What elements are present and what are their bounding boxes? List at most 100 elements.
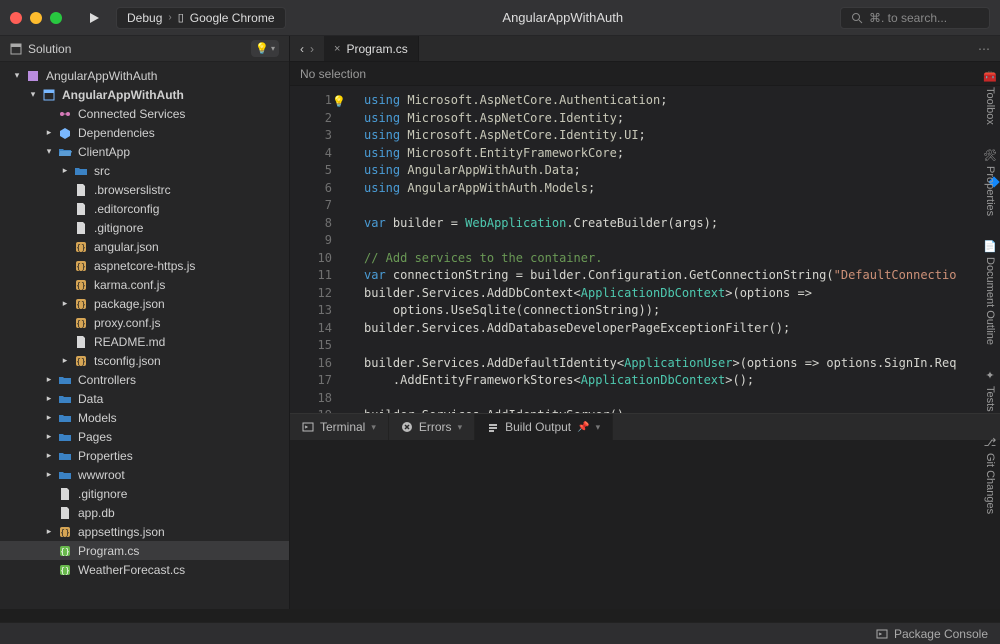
code-line[interactable]	[364, 197, 1000, 215]
panel-tab-build-output[interactable]: Build Output📌▾	[475, 414, 613, 440]
disclosure-closed-icon[interactable]: ▸	[60, 165, 70, 176]
zoom-window-button[interactable]	[50, 12, 62, 24]
dock-tab-properties[interactable]: 🛠Properties	[981, 141, 999, 224]
code-line[interactable]: using Microsoft.EntityFrameworkCore;	[364, 145, 1000, 163]
panel-tab-errors[interactable]: Errors▾	[389, 414, 475, 440]
tree-item[interactable]: ▸wwwroot	[0, 465, 289, 484]
code-line[interactable]	[364, 232, 1000, 250]
tree-item-label: Controllers	[78, 373, 136, 387]
tree-item[interactable]: ▸Data	[0, 389, 289, 408]
code-line[interactable]: options.UseSqlite(connectionString));	[364, 302, 1000, 320]
tree-item[interactable]: ▸{}aspnetcore-https.js	[0, 256, 289, 275]
tree-item[interactable]: ▸{}appsettings.json	[0, 522, 289, 541]
solution-tree[interactable]: ▾AngularAppWithAuth▾AngularAppWithAuth▸C…	[0, 62, 289, 609]
chevron-down-icon[interactable]: ▾	[458, 422, 463, 433]
nav-back-button[interactable]: ‹	[300, 42, 304, 56]
close-tab-button[interactable]: ×	[334, 43, 340, 55]
tree-item[interactable]: ▸.gitignore	[0, 218, 289, 237]
tree-item[interactable]: ▸.gitignore	[0, 484, 289, 503]
tree-item[interactable]: ▸app.db	[0, 503, 289, 522]
pin-icon[interactable]: 📌	[577, 422, 589, 433]
editor-content[interactable]: using Microsoft.AspNetCore.Authenticatio…	[340, 86, 1000, 413]
tree-item[interactable]: ▸{}WeatherForecast.cs	[0, 560, 289, 579]
disclosure-closed-icon[interactable]: ▸	[44, 127, 54, 138]
code-line[interactable]: using AngularAppWithAuth.Models;	[364, 180, 1000, 198]
disclosure-open-icon[interactable]: ▾	[44, 146, 54, 157]
js-icon: {}	[74, 278, 90, 292]
tree-item[interactable]: ▸ Controllers	[0, 370, 289, 389]
code-line[interactable]: using Microsoft.AspNetCore.Identity;	[364, 110, 1000, 128]
disclosure-closed-icon[interactable]: ▸	[44, 526, 54, 537]
tree-item[interactable]: ▸{}tsconfig.json	[0, 351, 289, 370]
editor-breadcrumb[interactable]: No selection	[290, 62, 1000, 86]
code-line[interactable]: builder.Services.AddIdentityServer()	[364, 407, 1000, 413]
tree-item[interactable]: ▸Connected Services	[0, 104, 289, 123]
disclosure-closed-icon[interactable]: ▸	[60, 298, 70, 309]
tree-item[interactable]: ▸Properties	[0, 446, 289, 465]
code-line[interactable]: using Microsoft.AspNetCore.Identity.UI;	[364, 127, 1000, 145]
tree-item[interactable]: ▸README.md	[0, 332, 289, 351]
code-line[interactable]: builder.Services.AddDatabaseDeveloperPag…	[364, 320, 1000, 338]
code-line[interactable]: // Add services to the container.	[364, 250, 1000, 268]
run-config-selector[interactable]: Debug › ▯ Google Chrome	[116, 7, 286, 29]
svg-text:{}: {}	[76, 243, 86, 252]
tree-item[interactable]: ▸src	[0, 161, 289, 180]
disclosure-closed-icon[interactable]: ▸	[44, 374, 54, 385]
tree-item[interactable]: ▸Pages	[0, 427, 289, 446]
close-window-button[interactable]	[10, 12, 22, 24]
tree-item[interactable]: ▸{}package.json	[0, 294, 289, 313]
svg-text:{}: {}	[60, 528, 70, 537]
chevron-down-icon[interactable]: ▾	[596, 422, 601, 433]
tree-item[interactable]: ▸Dependencies	[0, 123, 289, 142]
folder-icon	[74, 164, 90, 178]
code-line[interactable]: .AddEntityFrameworkStores<ApplicationDbC…	[364, 372, 1000, 390]
tree-item[interactable]: ▸{}angular.json	[0, 237, 289, 256]
line-number: 18	[290, 390, 332, 408]
disclosure-closed-icon[interactable]: ▸	[44, 412, 54, 423]
nav-forward-button[interactable]: ›	[310, 42, 314, 56]
minimize-window-button[interactable]	[30, 12, 42, 24]
folder-icon	[58, 449, 74, 463]
code-line[interactable]: builder.Services.AddDbContext<Applicatio…	[364, 285, 1000, 303]
tree-item[interactable]: ▾AngularAppWithAuth	[0, 85, 289, 104]
dock-tab-toolbox[interactable]: 🧰Toolbox	[981, 62, 999, 133]
disclosure-closed-icon[interactable]: ▸	[44, 450, 54, 461]
disclosure-open-icon[interactable]: ▾	[28, 89, 38, 100]
tree-item[interactable]: ▾AngularAppWithAuth	[0, 66, 289, 85]
lightbulb-button[interactable]: 💡 ▾	[251, 40, 279, 57]
code-line[interactable]: var builder = WebApplication.CreateBuild…	[364, 215, 1000, 233]
disclosure-closed-icon[interactable]: ▸	[44, 469, 54, 480]
document-tab-program[interactable]: × Program.cs	[324, 36, 419, 61]
code-line[interactable]: using Microsoft.AspNetCore.Authenticatio…	[364, 92, 1000, 110]
tree-item[interactable]: ▸Models	[0, 408, 289, 427]
disclosure-open-icon[interactable]: ▾	[12, 70, 22, 81]
package-console-button[interactable]: Package Console	[876, 627, 988, 641]
disclosure-closed-icon[interactable]: ▸	[44, 393, 54, 404]
disclosure-closed-icon[interactable]: ▸	[44, 431, 54, 442]
code-editor[interactable]: 1💡2345678910111213141516171819 using Mic…	[290, 86, 1000, 413]
tab-overflow-button[interactable]: ⋯	[968, 36, 1000, 61]
dock-tab-document-outline[interactable]: 📄Document Outline	[981, 232, 999, 353]
json-icon: {}	[74, 297, 90, 311]
global-search-input[interactable]: ⌘. to search...	[840, 7, 990, 29]
run-button[interactable]	[80, 12, 108, 24]
dock-tab-label: Git Changes	[984, 453, 996, 514]
dock-tab-git-changes[interactable]: ⎇Git Changes	[982, 428, 999, 522]
tree-item[interactable]: ▸.editorconfig	[0, 199, 289, 218]
lightbulb-icon[interactable]: 💡	[332, 93, 346, 111]
chevron-down-icon[interactable]: ▾	[371, 422, 376, 433]
tree-item-label: app.db	[78, 506, 115, 520]
tree-item[interactable]: ▸{}proxy.conf.js	[0, 313, 289, 332]
disclosure-closed-icon[interactable]: ▸	[60, 355, 70, 366]
dock-tab-tests[interactable]: ✦Tests	[982, 361, 998, 420]
code-line[interactable]	[364, 337, 1000, 355]
tree-item[interactable]: ▸{}karma.conf.js	[0, 275, 289, 294]
code-line[interactable]: var connectionString = builder.Configura…	[364, 267, 1000, 285]
tree-item[interactable]: ▸{}Program.cs	[0, 541, 289, 560]
code-line[interactable]: builder.Services.AddDefaultIdentity<Appl…	[364, 355, 1000, 373]
tree-item[interactable]: ▾ClientApp	[0, 142, 289, 161]
panel-tab-terminal[interactable]: Terminal▾	[290, 414, 389, 440]
code-line[interactable]	[364, 390, 1000, 408]
code-line[interactable]: using AngularAppWithAuth.Data;	[364, 162, 1000, 180]
tree-item[interactable]: ▸.browserslistrc	[0, 180, 289, 199]
